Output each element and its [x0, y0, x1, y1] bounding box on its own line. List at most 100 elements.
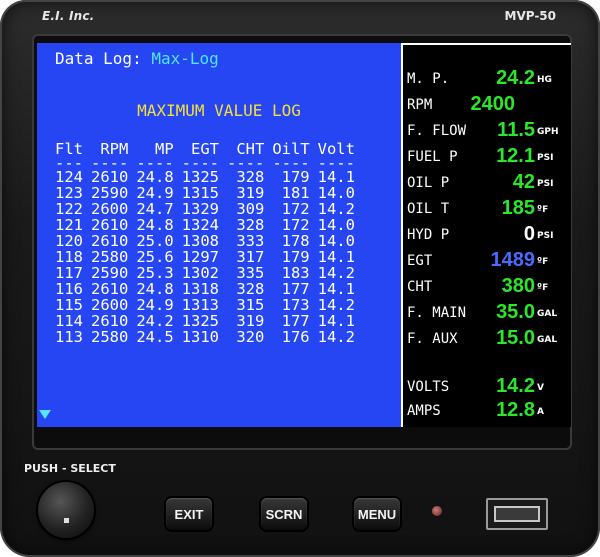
- table-row: 121 2610 24.8 1324 328 172 14.0: [51, 217, 359, 233]
- gauge-value: 12.8: [496, 399, 535, 421]
- gauge-label: OIL T: [407, 201, 450, 217]
- gauge-label: F. FLOW: [407, 123, 467, 139]
- gauge-label: VOLTS: [407, 379, 450, 395]
- table-cell: 14.2: [317, 264, 355, 282]
- table-cell: 24.9: [136, 184, 174, 202]
- table-cell: 25.6: [136, 248, 174, 266]
- gauge-label: F. MAIN: [407, 305, 467, 321]
- table-cell: 2580: [91, 328, 129, 346]
- gauge-row: F. MAIN 35.0 GAL: [407, 301, 567, 325]
- table-cell: 115: [55, 296, 83, 314]
- table-cell: 24.8: [136, 168, 174, 186]
- table-cell: 114: [55, 312, 83, 330]
- gauge-value: 185: [501, 197, 535, 219]
- table-cell: 320: [236, 328, 265, 346]
- table-cell: 1313: [181, 296, 219, 314]
- scroll-down-icon[interactable]: [39, 410, 51, 419]
- gauge-unit: ºF: [537, 205, 549, 215]
- gauge-row: F. FLOW 11.5 GPH: [407, 119, 567, 143]
- table-cell: 1302: [181, 264, 219, 282]
- knob-indicator-icon: [64, 518, 69, 523]
- table-cell: 2600: [91, 200, 129, 218]
- table-cell: 178: [281, 232, 310, 250]
- gauge-value: 42: [512, 171, 535, 193]
- table-cell: 2610: [91, 168, 129, 186]
- gauge-value: 1489: [490, 249, 536, 271]
- table-cell: 333: [236, 232, 265, 250]
- table-cell: 25.3: [136, 264, 174, 282]
- table-cell: 25.0: [136, 232, 174, 250]
- table-cell: 335: [236, 264, 265, 282]
- gauge-label: EGT: [407, 253, 433, 269]
- usb-port[interactable]: [486, 498, 548, 530]
- log-mode: Max-Log: [151, 49, 219, 68]
- table-cell: 24.9: [136, 296, 174, 314]
- table-cell: 328: [236, 216, 265, 234]
- table-cell: 2610: [91, 216, 129, 234]
- table-row: 118 2580 25.6 1297 317 179 14.1: [51, 249, 359, 265]
- gauge-row: M. P. 24.2 HG: [407, 67, 567, 91]
- gauge-row: CHT 380 ºF: [407, 275, 567, 299]
- table-cell: 183: [281, 264, 310, 282]
- table-cell: 1308: [181, 232, 219, 250]
- table-cell: 1325: [181, 312, 219, 330]
- scrn-button[interactable]: SCRN: [261, 498, 307, 530]
- table-cell: 309: [236, 200, 265, 218]
- table-cell: 14.2: [317, 328, 355, 346]
- table-cell: 2610: [91, 280, 129, 298]
- gauge-row: HYD P 0 PSI: [407, 223, 567, 247]
- table-cell: 113: [55, 328, 83, 346]
- gauge-value: 2400: [470, 93, 516, 115]
- table-cell: 328: [236, 280, 265, 298]
- table-cell: 315: [236, 296, 265, 314]
- log-heading: MAXIMUM VALUE LOG: [137, 101, 301, 120]
- table-cell: 1315: [181, 184, 219, 202]
- table-cell: 172: [281, 216, 310, 234]
- table-cell: 121: [55, 216, 83, 234]
- gauge-row: RPM 2400: [407, 93, 567, 117]
- gauge-row: AMPS 12.8 A: [407, 399, 567, 423]
- table-row: 116 2610 24.8 1318 328 177 14.1: [51, 281, 359, 297]
- gauge-label: FUEL P: [407, 149, 458, 165]
- gauge-unit: PSI: [537, 231, 554, 241]
- model-label: MVP-50: [504, 9, 557, 23]
- table-cell: 14.1: [317, 168, 355, 186]
- table-cell: 2590: [91, 264, 129, 282]
- table-cell: 120: [55, 232, 83, 250]
- gauge-value: 24.2: [496, 67, 535, 89]
- push-select-label: PUSH - SELECT: [24, 462, 116, 475]
- gauge-unit: PSI: [537, 153, 554, 163]
- table-cell: 319: [236, 312, 265, 330]
- table-cell: 2610: [91, 312, 129, 330]
- gauge-unit: ºF: [537, 257, 549, 267]
- gauge-label: F. AUX: [407, 331, 458, 347]
- gauge-row: EGT 1489 ºF: [407, 249, 567, 273]
- data-log-panel: Data Log: Max-Log MAXIMUM VALUE LOG Flt R…: [37, 43, 401, 427]
- table-cell: 177: [281, 280, 310, 298]
- gauge-row: VOLTS 14.2 V: [407, 375, 567, 399]
- gauge-value: 15.0: [496, 327, 535, 349]
- table-cell: 1324: [181, 216, 219, 234]
- table-cell: 176: [281, 328, 310, 346]
- table-cell: 2610: [91, 232, 129, 250]
- table-row: 124 2610 24.8 1325 328 179 14.1: [51, 169, 359, 185]
- table-cell: 116: [55, 280, 83, 298]
- table-cell: 118: [55, 248, 83, 266]
- select-knob[interactable]: [38, 482, 94, 538]
- table-cell: 177: [281, 312, 310, 330]
- table-cell: 14.0: [317, 216, 355, 234]
- brand-label: E.I. Inc.: [42, 9, 95, 23]
- exit-button[interactable]: EXIT: [166, 498, 212, 530]
- gauge-unit: ºF: [537, 283, 549, 293]
- table-cell: 2580: [91, 248, 129, 266]
- engine-gauge-panel: M. P. 24.2 HG RPM 2400 F. FLOW 11.5 GPH FUEL P 12…: [401, 43, 571, 427]
- table-cell: 14.2: [317, 200, 355, 218]
- gauge-row: F. AUX 15.0 GAL: [407, 327, 567, 351]
- menu-button[interactable]: MENU: [354, 498, 400, 530]
- table-cell: 24.7: [136, 200, 174, 218]
- gauge-label: AMPS: [407, 403, 441, 419]
- table-cell: 1310: [181, 328, 219, 346]
- table-row: 113 2580 24.5 1310 320 176 14.2: [51, 329, 359, 345]
- table-cell: 24.2: [136, 312, 174, 330]
- gauge-row: FUEL P 12.1 PSI: [407, 145, 567, 169]
